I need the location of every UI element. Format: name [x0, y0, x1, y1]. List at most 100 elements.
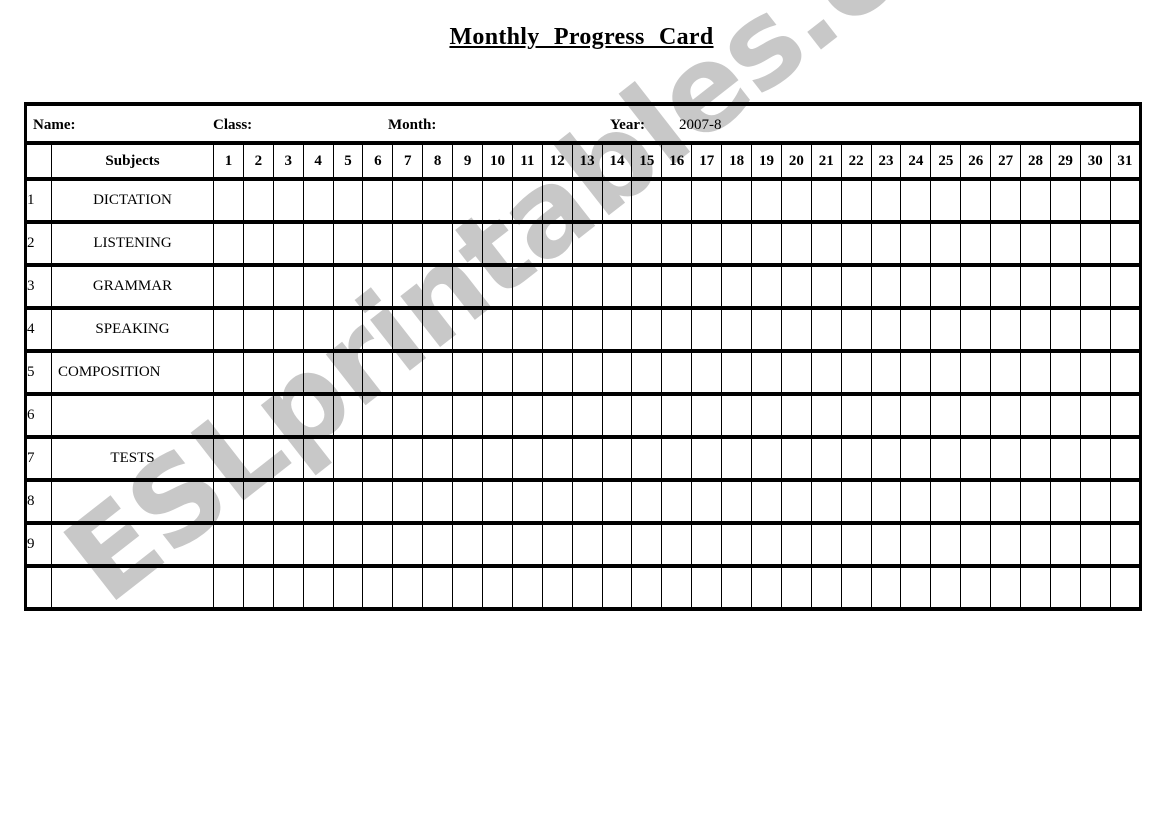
day-cell[interactable] [302, 306, 334, 353]
day-cell[interactable] [452, 177, 484, 224]
day-cell[interactable] [721, 220, 753, 267]
day-cell[interactable] [213, 564, 244, 611]
day-cell[interactable] [482, 478, 513, 525]
day-cell[interactable] [452, 220, 484, 267]
day-cell[interactable] [721, 478, 753, 525]
day-cell[interactable] [541, 392, 573, 439]
day-cell[interactable] [930, 564, 962, 611]
day-cell[interactable] [422, 564, 454, 611]
day-cell[interactable] [541, 177, 573, 224]
day-cell[interactable] [900, 392, 932, 439]
day-cell[interactable] [511, 306, 543, 353]
day-cell[interactable] [631, 263, 663, 310]
day-cell[interactable] [1109, 435, 1142, 482]
day-cell[interactable] [930, 478, 962, 525]
day-cell[interactable] [780, 564, 812, 611]
day-cell[interactable] [751, 349, 782, 396]
day-cell[interactable] [1020, 478, 1051, 525]
day-cell[interactable] [691, 478, 723, 525]
day-cell[interactable] [302, 435, 334, 482]
day-cell[interactable] [302, 263, 334, 310]
day-cell[interactable] [601, 564, 633, 611]
day-cell[interactable] [1049, 564, 1081, 611]
day-cell[interactable] [751, 177, 782, 224]
day-cell[interactable] [601, 263, 633, 310]
day-cell[interactable] [302, 349, 334, 396]
day-cell[interactable] [1079, 478, 1111, 525]
day-cell[interactable] [511, 521, 543, 568]
day-cell[interactable] [1049, 478, 1081, 525]
subject-name[interactable] [51, 564, 214, 611]
day-cell[interactable] [870, 478, 902, 525]
day-cell[interactable] [1109, 392, 1142, 439]
day-cell[interactable] [392, 306, 424, 353]
day-cell[interactable] [1109, 521, 1142, 568]
day-cell[interactable] [930, 177, 962, 224]
day-cell[interactable] [571, 220, 603, 267]
subject-name[interactable] [51, 478, 214, 525]
day-cell[interactable] [511, 435, 543, 482]
day-cell[interactable] [780, 521, 812, 568]
day-cell[interactable] [960, 177, 992, 224]
day-cell[interactable] [1049, 220, 1081, 267]
day-cell[interactable] [930, 306, 962, 353]
day-cell[interactable] [242, 564, 274, 611]
day-cell[interactable] [960, 306, 992, 353]
day-cell[interactable] [661, 521, 693, 568]
day-cell[interactable] [780, 435, 812, 482]
day-cell[interactable] [990, 306, 1022, 353]
day-cell[interactable] [392, 220, 424, 267]
day-cell[interactable] [541, 220, 573, 267]
day-cell[interactable] [930, 435, 962, 482]
day-cell[interactable] [1109, 564, 1142, 611]
day-cell[interactable] [541, 478, 573, 525]
day-cell[interactable] [721, 521, 753, 568]
day-cell[interactable] [332, 392, 364, 439]
day-cell[interactable] [721, 263, 753, 310]
day-cell[interactable] [1079, 564, 1111, 611]
day-cell[interactable] [452, 306, 484, 353]
day-cell[interactable] [900, 306, 932, 353]
day-cell[interactable] [960, 392, 992, 439]
day-cell[interactable] [990, 392, 1022, 439]
day-cell[interactable] [661, 478, 693, 525]
day-cell[interactable] [840, 220, 872, 267]
day-cell[interactable] [1049, 177, 1081, 224]
day-cell[interactable] [362, 306, 394, 353]
day-cell[interactable] [1049, 306, 1081, 353]
day-cell[interactable] [362, 177, 394, 224]
subject-name[interactable]: LISTENING [51, 220, 214, 267]
day-cell[interactable] [900, 349, 932, 396]
day-cell[interactable] [422, 478, 454, 525]
day-cell[interactable] [721, 349, 753, 396]
day-cell[interactable] [930, 521, 962, 568]
day-cell[interactable] [1020, 177, 1051, 224]
day-cell[interactable] [571, 478, 603, 525]
day-cell[interactable] [272, 220, 304, 267]
day-cell[interactable] [272, 349, 304, 396]
subject-name[interactable]: TESTS [51, 435, 214, 482]
subject-name[interactable] [51, 392, 214, 439]
day-cell[interactable] [960, 263, 992, 310]
day-cell[interactable] [422, 263, 454, 310]
day-cell[interactable] [242, 435, 274, 482]
day-cell[interactable] [452, 521, 484, 568]
day-cell[interactable] [302, 478, 334, 525]
day-cell[interactable] [332, 564, 364, 611]
day-cell[interactable] [870, 564, 902, 611]
day-cell[interactable] [1020, 349, 1051, 396]
day-cell[interactable] [990, 349, 1022, 396]
day-cell[interactable] [272, 177, 304, 224]
day-cell[interactable] [541, 306, 573, 353]
day-cell[interactable] [392, 521, 424, 568]
day-cell[interactable] [751, 306, 782, 353]
day-cell[interactable] [422, 349, 454, 396]
day-cell[interactable] [422, 435, 454, 482]
day-cell[interactable] [840, 478, 872, 525]
day-cell[interactable] [511, 392, 543, 439]
day-cell[interactable] [242, 177, 274, 224]
day-cell[interactable] [452, 349, 484, 396]
day-cell[interactable] [631, 478, 663, 525]
day-cell[interactable] [392, 263, 424, 310]
day-cell[interactable] [571, 263, 603, 310]
